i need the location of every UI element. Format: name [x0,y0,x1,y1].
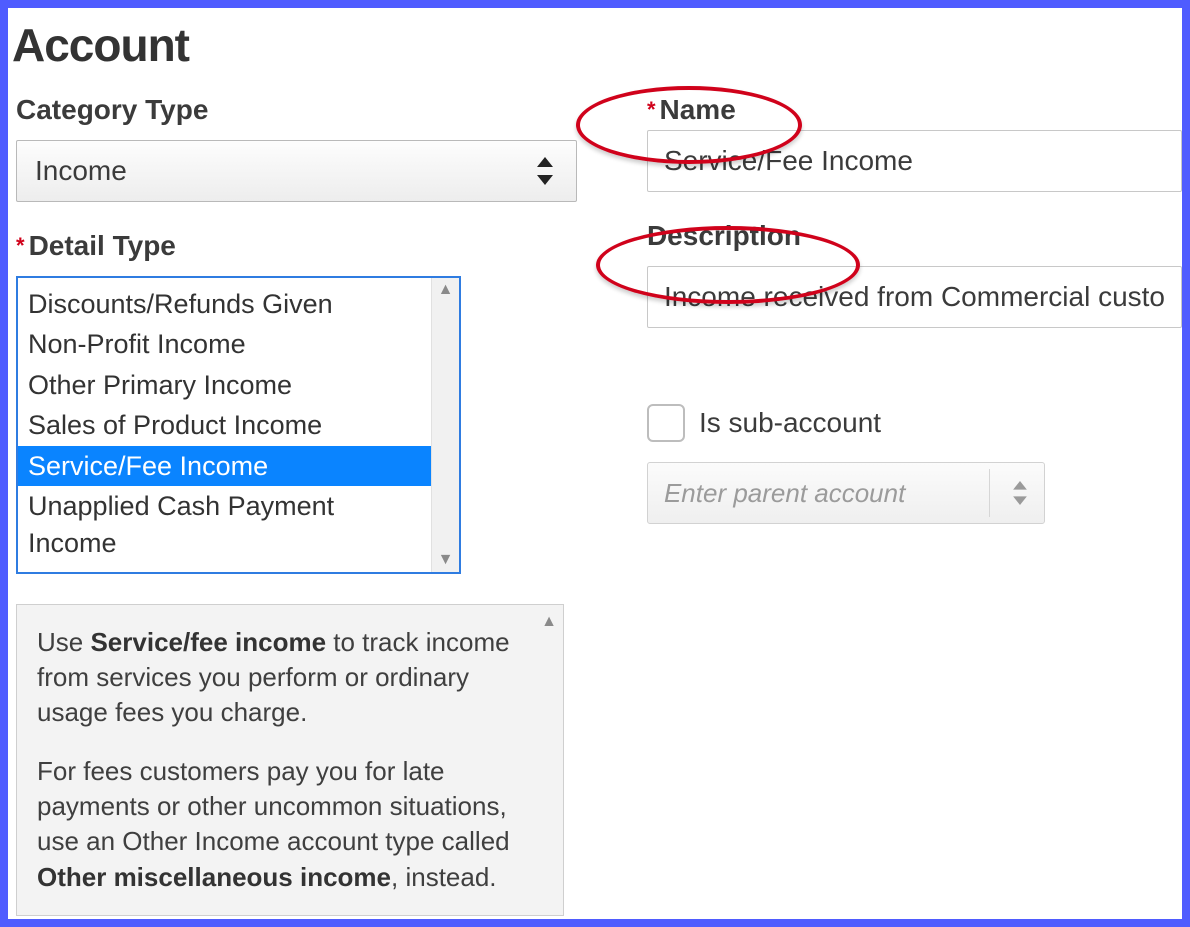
help-text: For fees customers pay you for late paym… [37,756,510,856]
detail-type-label: * Detail Type [16,230,577,262]
is-sub-account-checkbox[interactable] [647,404,685,442]
detail-type-label-text: Detail Type [29,230,176,262]
detail-type-option[interactable]: Discounts/Refunds Given [18,284,431,324]
page-title: Account [12,18,1182,72]
description-input[interactable]: Income received from Commercial custo [647,266,1182,328]
required-marker: * [647,97,656,123]
description-input-value: Income received from Commercial custo [664,281,1165,313]
help-bold: Other miscellaneous income [37,862,391,892]
chevron-updown-icon [536,157,554,185]
description-label: Description [647,220,1182,252]
parent-account-select[interactable]: Enter parent account [647,462,1045,524]
detail-help-box: ▲ Use Service/fee income to track income… [16,604,564,916]
category-type-label: Category Type [16,94,577,126]
detail-type-listbox[interactable]: Discounts/Refunds GivenNon-Profit Income… [16,276,461,574]
category-type-value: Income [35,155,127,187]
chevron-updown-icon [1012,481,1028,505]
category-type-label-text: Category Type [16,94,208,126]
name-input-value: Service/Fee Income [664,145,913,177]
name-label-text: Name [660,94,736,126]
help-text: Use [37,627,90,657]
help-bold: Service/fee income [90,627,326,657]
parent-account-placeholder: Enter parent account [664,478,905,509]
scroll-down-icon[interactable]: ▼ [438,552,454,568]
detail-type-option[interactable]: Sales of Product Income [18,405,431,445]
help-text: , instead. [391,862,497,892]
scroll-up-icon[interactable]: ▲ [541,611,557,633]
description-label-text: Description [647,220,801,252]
name-input[interactable]: Service/Fee Income [647,130,1182,192]
detail-type-option[interactable]: Non-Profit Income [18,324,431,364]
scroll-up-icon[interactable]: ▲ [438,282,454,298]
divider [989,469,990,517]
detail-type-option[interactable]: Unapplied Cash Payment Income [18,486,431,563]
required-marker: * [16,233,25,259]
category-type-select[interactable]: Income [16,140,577,202]
is-sub-account-label: Is sub-account [699,407,881,439]
detail-type-option[interactable]: Service/Fee Income [18,446,431,486]
name-label: * Name [647,94,1182,126]
scrollbar[interactable]: ▲ ▼ [431,278,459,572]
detail-type-option[interactable]: Other Primary Income [18,365,431,405]
